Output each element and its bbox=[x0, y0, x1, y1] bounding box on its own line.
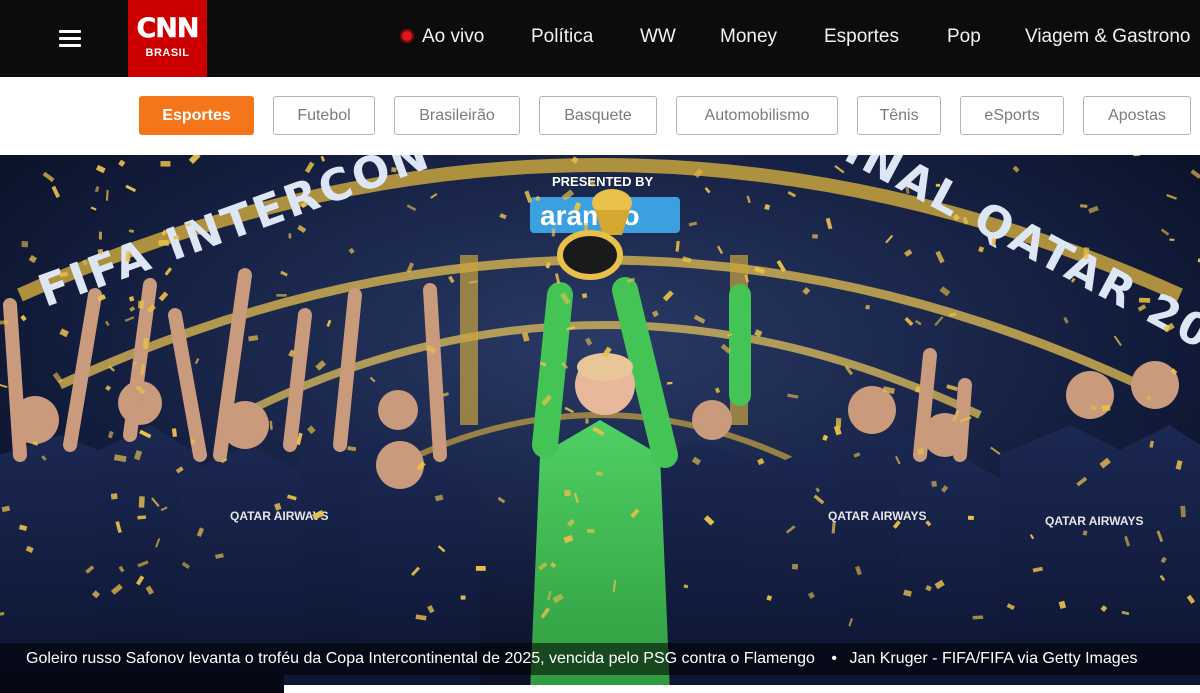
hamburger-menu-icon[interactable] bbox=[52, 22, 88, 54]
confetti-piece bbox=[158, 240, 169, 246]
confetti-piece bbox=[288, 233, 292, 239]
confetti-piece bbox=[1101, 404, 1111, 412]
photo-credit: Jan Kruger - FIFA/FIFA via Getty Images bbox=[849, 650, 1138, 667]
top-navigation-bar: CNN BRASIL Ao vivo Política WW Money Esp… bbox=[0, 0, 1200, 77]
tab-apostas[interactable]: Apostas bbox=[1083, 96, 1191, 135]
confetti-piece bbox=[1138, 297, 1151, 303]
tab-basquete[interactable]: Basquete bbox=[539, 96, 657, 135]
nav-item-label: Pop bbox=[947, 26, 981, 47]
confetti-piece bbox=[865, 304, 870, 310]
main-nav: Ao vivo Política WW Money Esportes Pop V… bbox=[400, 0, 1200, 77]
confetti-piece bbox=[97, 249, 104, 255]
logo-brasil-text: BRASIL bbox=[145, 47, 190, 59]
confetti-piece bbox=[110, 493, 118, 500]
confetti-piece bbox=[475, 566, 486, 571]
confetti-piece bbox=[791, 563, 799, 570]
shirt-text-2: QATAR AIRWAYS bbox=[828, 509, 926, 523]
tab-automobilismo[interactable]: Automobilismo bbox=[676, 96, 838, 135]
tab-tenis[interactable]: Tênis bbox=[857, 96, 941, 135]
confetti-piece bbox=[21, 240, 29, 248]
nav-item-pop[interactable]: Pop bbox=[947, 26, 981, 48]
confetti-piece bbox=[391, 167, 397, 173]
hero-illustration: FIFA INTERCON FINAL QATAR 2025 PRESENTED… bbox=[0, 155, 1200, 693]
confetti-piece bbox=[138, 496, 145, 508]
confetti-piece bbox=[931, 480, 937, 487]
confetti-piece bbox=[142, 338, 149, 349]
nav-item-ao-vivo[interactable]: Ao vivo bbox=[400, 26, 484, 48]
confetti-piece bbox=[98, 231, 103, 240]
caption-text: Goleiro russo Safonov levanta o troféu d… bbox=[26, 650, 815, 667]
confetti-piece bbox=[190, 439, 196, 444]
confetti-piece bbox=[581, 293, 588, 299]
shirt-text-3: QATAR AIRWAYS bbox=[1045, 514, 1143, 528]
confetti-piece bbox=[935, 183, 941, 187]
confetti-piece bbox=[160, 161, 171, 167]
logo-cnn-text: CNN bbox=[136, 13, 200, 45]
tab-esportes[interactable]: Esportes bbox=[139, 96, 254, 135]
confetti-piece bbox=[551, 228, 556, 237]
nav-item-politica[interactable]: Política bbox=[531, 26, 593, 48]
presented-by-text: PRESENTED BY bbox=[552, 174, 653, 189]
confetti-piece bbox=[584, 223, 588, 233]
hero-photo[interactable]: FIFA INTERCON FINAL QATAR 2025 PRESENTED… bbox=[0, 155, 1200, 693]
tab-brasileirao[interactable]: Brasileirão bbox=[394, 96, 520, 135]
nav-item-label: Viagem & Gastrono bbox=[1025, 26, 1191, 47]
confetti-piece bbox=[1169, 238, 1175, 241]
tab-esports[interactable]: eSports bbox=[960, 96, 1064, 135]
confetti-piece bbox=[586, 529, 595, 534]
confetti-piece bbox=[125, 251, 131, 262]
sports-subnav: Esportes Futebol Brasileirão Basquete Au… bbox=[0, 77, 1200, 155]
tab-futebol[interactable]: Futebol bbox=[273, 96, 375, 135]
nav-item-label: Ao vivo bbox=[422, 26, 485, 47]
confetti-piece bbox=[0, 320, 9, 325]
nav-item-viagem-gastronomia[interactable]: Viagem & Gastrono bbox=[1025, 26, 1190, 48]
nav-item-label: WW bbox=[640, 26, 676, 47]
caption-separator: • bbox=[831, 650, 837, 667]
confetti-piece bbox=[276, 294, 287, 297]
nav-item-esportes[interactable]: Esportes bbox=[824, 26, 899, 48]
confetti-piece bbox=[967, 515, 974, 520]
confetti-piece bbox=[915, 386, 921, 393]
cnn-brasil-logo[interactable]: CNN BRASIL bbox=[128, 0, 207, 77]
confetti-piece bbox=[972, 615, 984, 620]
nav-item-label: Esportes bbox=[824, 26, 899, 47]
confetti-piece bbox=[460, 595, 466, 600]
confetti-piece bbox=[138, 300, 144, 309]
confetti-piece bbox=[564, 489, 571, 497]
nav-item-ww[interactable]: WW bbox=[640, 26, 676, 48]
nav-item-label: Política bbox=[531, 26, 594, 47]
confetti-piece bbox=[812, 234, 818, 239]
live-dot-icon bbox=[400, 29, 414, 43]
nav-item-label: Money bbox=[720, 26, 778, 47]
confetti-piece bbox=[1180, 505, 1186, 518]
confetti-piece bbox=[585, 418, 589, 424]
nav-item-money[interactable]: Money bbox=[720, 26, 777, 48]
